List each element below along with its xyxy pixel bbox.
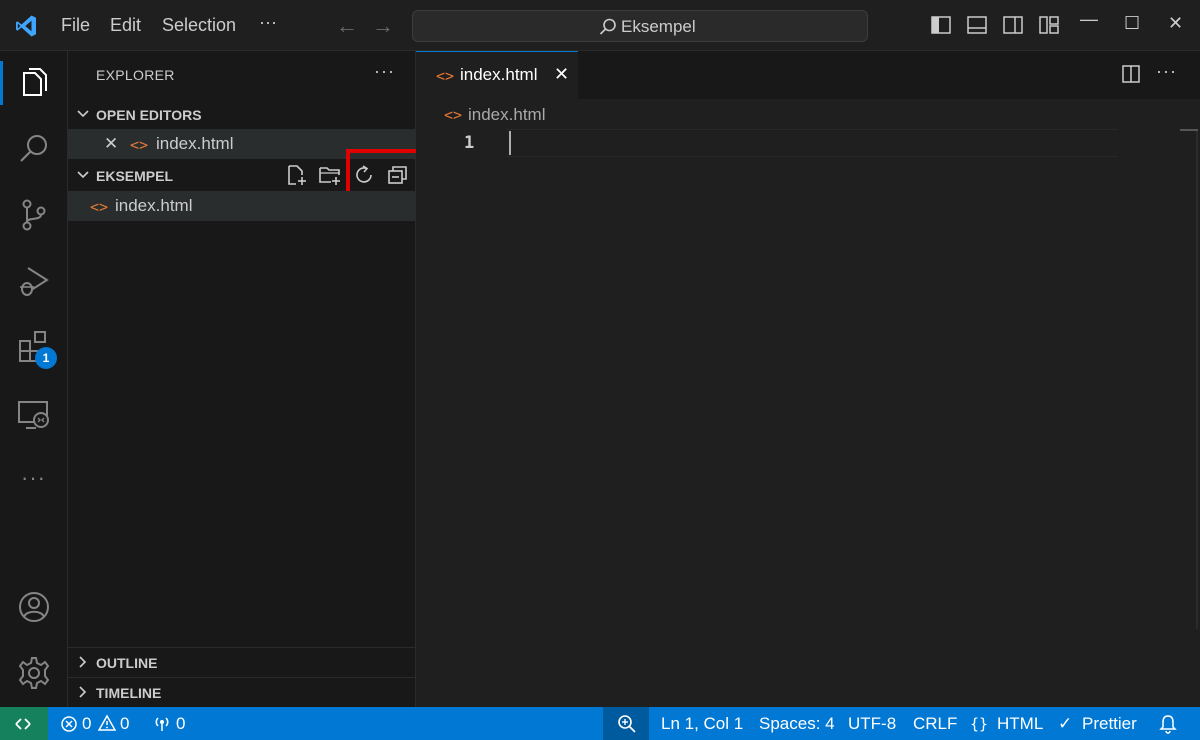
search-text: Eksempel xyxy=(621,17,696,36)
html-file-icon: <> xyxy=(130,136,149,154)
explorer-sidebar: EXPLORER ··· OPEN EDITORS ✕ <> index.htm… xyxy=(68,51,420,707)
new-file-icon[interactable] xyxy=(284,163,308,187)
more-views-icon[interactable]: ··· xyxy=(21,465,46,491)
chevron-right-icon xyxy=(79,656,87,668)
search-icon xyxy=(599,18,616,35)
encoding[interactable]: UTF-8 xyxy=(848,714,896,734)
error-icon[interactable] xyxy=(60,715,78,733)
prettier-check-icon: ✓ xyxy=(1058,714,1073,733)
close-window-button[interactable]: ✕ xyxy=(1168,13,1183,34)
html-file-icon: <> xyxy=(90,198,109,216)
language-mode[interactable]: HTML xyxy=(997,714,1043,734)
minimize-button[interactable]: — xyxy=(1080,9,1098,30)
source-control-icon[interactable] xyxy=(16,197,52,233)
menu-selection[interactable]: Selection xyxy=(162,15,236,36)
open-editors-label: OPEN EDITORS xyxy=(96,107,202,123)
remote-indicator[interactable] xyxy=(0,707,48,740)
search-icon[interactable] xyxy=(16,131,52,167)
timeline-header[interactable]: TIMELINE xyxy=(68,679,416,707)
editor-area: <> index.html ✕ ··· <> index.html 1 xyxy=(416,51,1200,707)
tab-label: index.html xyxy=(460,65,538,84)
html-file-icon: <> xyxy=(436,67,455,85)
forward-arrow-icon[interactable]: → xyxy=(372,13,394,39)
html-file-icon: <> xyxy=(444,106,463,124)
activity-bar: 1 ··· xyxy=(0,51,68,707)
remote-explorer-icon[interactable] xyxy=(16,397,52,433)
timeline-label: TIMELINE xyxy=(96,685,162,701)
sidebar-title: EXPLORER xyxy=(96,67,175,83)
ports-broadcast-icon[interactable] xyxy=(152,714,172,732)
close-tab-icon[interactable]: ✕ xyxy=(554,64,569,85)
section-divider xyxy=(68,677,416,678)
back-arrow-icon[interactable]: ← xyxy=(336,13,358,39)
chevron-right-icon xyxy=(79,686,87,698)
menu-file[interactable]: File xyxy=(61,15,90,36)
file-item-index-html[interactable]: <> index.html xyxy=(68,191,416,221)
warning-icon[interactable] xyxy=(98,714,116,732)
title-bar: File Edit Selection ··· ← → Eksempel — ☐… xyxy=(0,0,1200,51)
zoom-in-icon xyxy=(618,715,636,733)
new-folder-icon[interactable] xyxy=(318,163,342,187)
zoom-indicator[interactable] xyxy=(603,707,649,740)
customize-layout-icon[interactable] xyxy=(1038,14,1060,36)
toggle-primary-sidebar-icon[interactable] xyxy=(930,14,952,36)
indentation[interactable]: Spaces: 4 xyxy=(759,714,835,734)
explorer-files-icon[interactable] xyxy=(16,65,52,101)
command-center-search[interactable]: Eksempel xyxy=(412,10,868,42)
tab-index-html[interactable]: <> index.html ✕ xyxy=(416,51,578,99)
maximize-button[interactable]: ☐ xyxy=(1124,13,1140,34)
scrollbar-cursor-marker xyxy=(1180,129,1198,131)
prettier-formatter[interactable]: Prettier xyxy=(1082,714,1137,734)
cursor-position[interactable]: Ln 1, Col 1 xyxy=(661,714,743,734)
vscode-logo-icon xyxy=(16,15,36,37)
status-bar: 0 0 0 Ln 1, Col 1 Spaces: 4 UTF-8 CRLF {… xyxy=(0,707,1200,740)
section-divider xyxy=(68,647,416,648)
outline-header[interactable]: OUTLINE xyxy=(68,649,416,677)
warning-count[interactable]: 0 xyxy=(120,714,129,734)
language-braces-icon: {} xyxy=(970,715,989,733)
run-and-debug-icon[interactable] xyxy=(16,263,52,299)
highlight-box xyxy=(346,149,420,197)
open-editors-header[interactable]: OPEN EDITORS xyxy=(68,101,416,129)
file-name: index.html xyxy=(115,196,193,215)
folder-label: EKSEMPEL xyxy=(96,168,174,184)
accounts-icon[interactable] xyxy=(16,589,52,625)
chevron-down-icon xyxy=(77,171,89,179)
toggle-panel-icon[interactable] xyxy=(966,14,988,36)
breadcrumb-filename: index.html xyxy=(468,105,546,124)
sidebar-more-actions[interactable]: ··· xyxy=(374,61,395,82)
menu-more[interactable]: ··· xyxy=(259,12,277,33)
text-cursor[interactable] xyxy=(509,131,511,155)
ports-count[interactable]: 0 xyxy=(176,714,185,734)
active-indicator xyxy=(0,61,3,105)
end-of-line[interactable]: CRLF xyxy=(913,714,957,734)
settings-gear-icon[interactable] xyxy=(16,655,52,691)
error-count[interactable]: 0 xyxy=(82,714,91,734)
editor-more-actions[interactable]: ··· xyxy=(1156,61,1177,82)
line-number: 1 xyxy=(464,133,475,153)
menu-edit[interactable]: Edit xyxy=(110,15,141,36)
open-editor-filename: index.html xyxy=(156,134,234,153)
tab-bar: <> index.html ✕ ··· xyxy=(416,51,1200,99)
vertical-scrollbar[interactable] xyxy=(1196,129,1198,629)
current-line-highlight xyxy=(506,129,1118,157)
close-editor-icon[interactable]: ✕ xyxy=(104,134,118,154)
toggle-secondary-sidebar-icon[interactable] xyxy=(1002,14,1024,36)
remote-icon xyxy=(15,718,31,730)
notifications-bell-icon[interactable] xyxy=(1159,714,1177,734)
split-editor-icon[interactable] xyxy=(1120,63,1142,85)
outline-label: OUTLINE xyxy=(96,655,158,671)
extensions-badge: 1 xyxy=(35,347,57,369)
chevron-down-icon xyxy=(77,110,89,118)
